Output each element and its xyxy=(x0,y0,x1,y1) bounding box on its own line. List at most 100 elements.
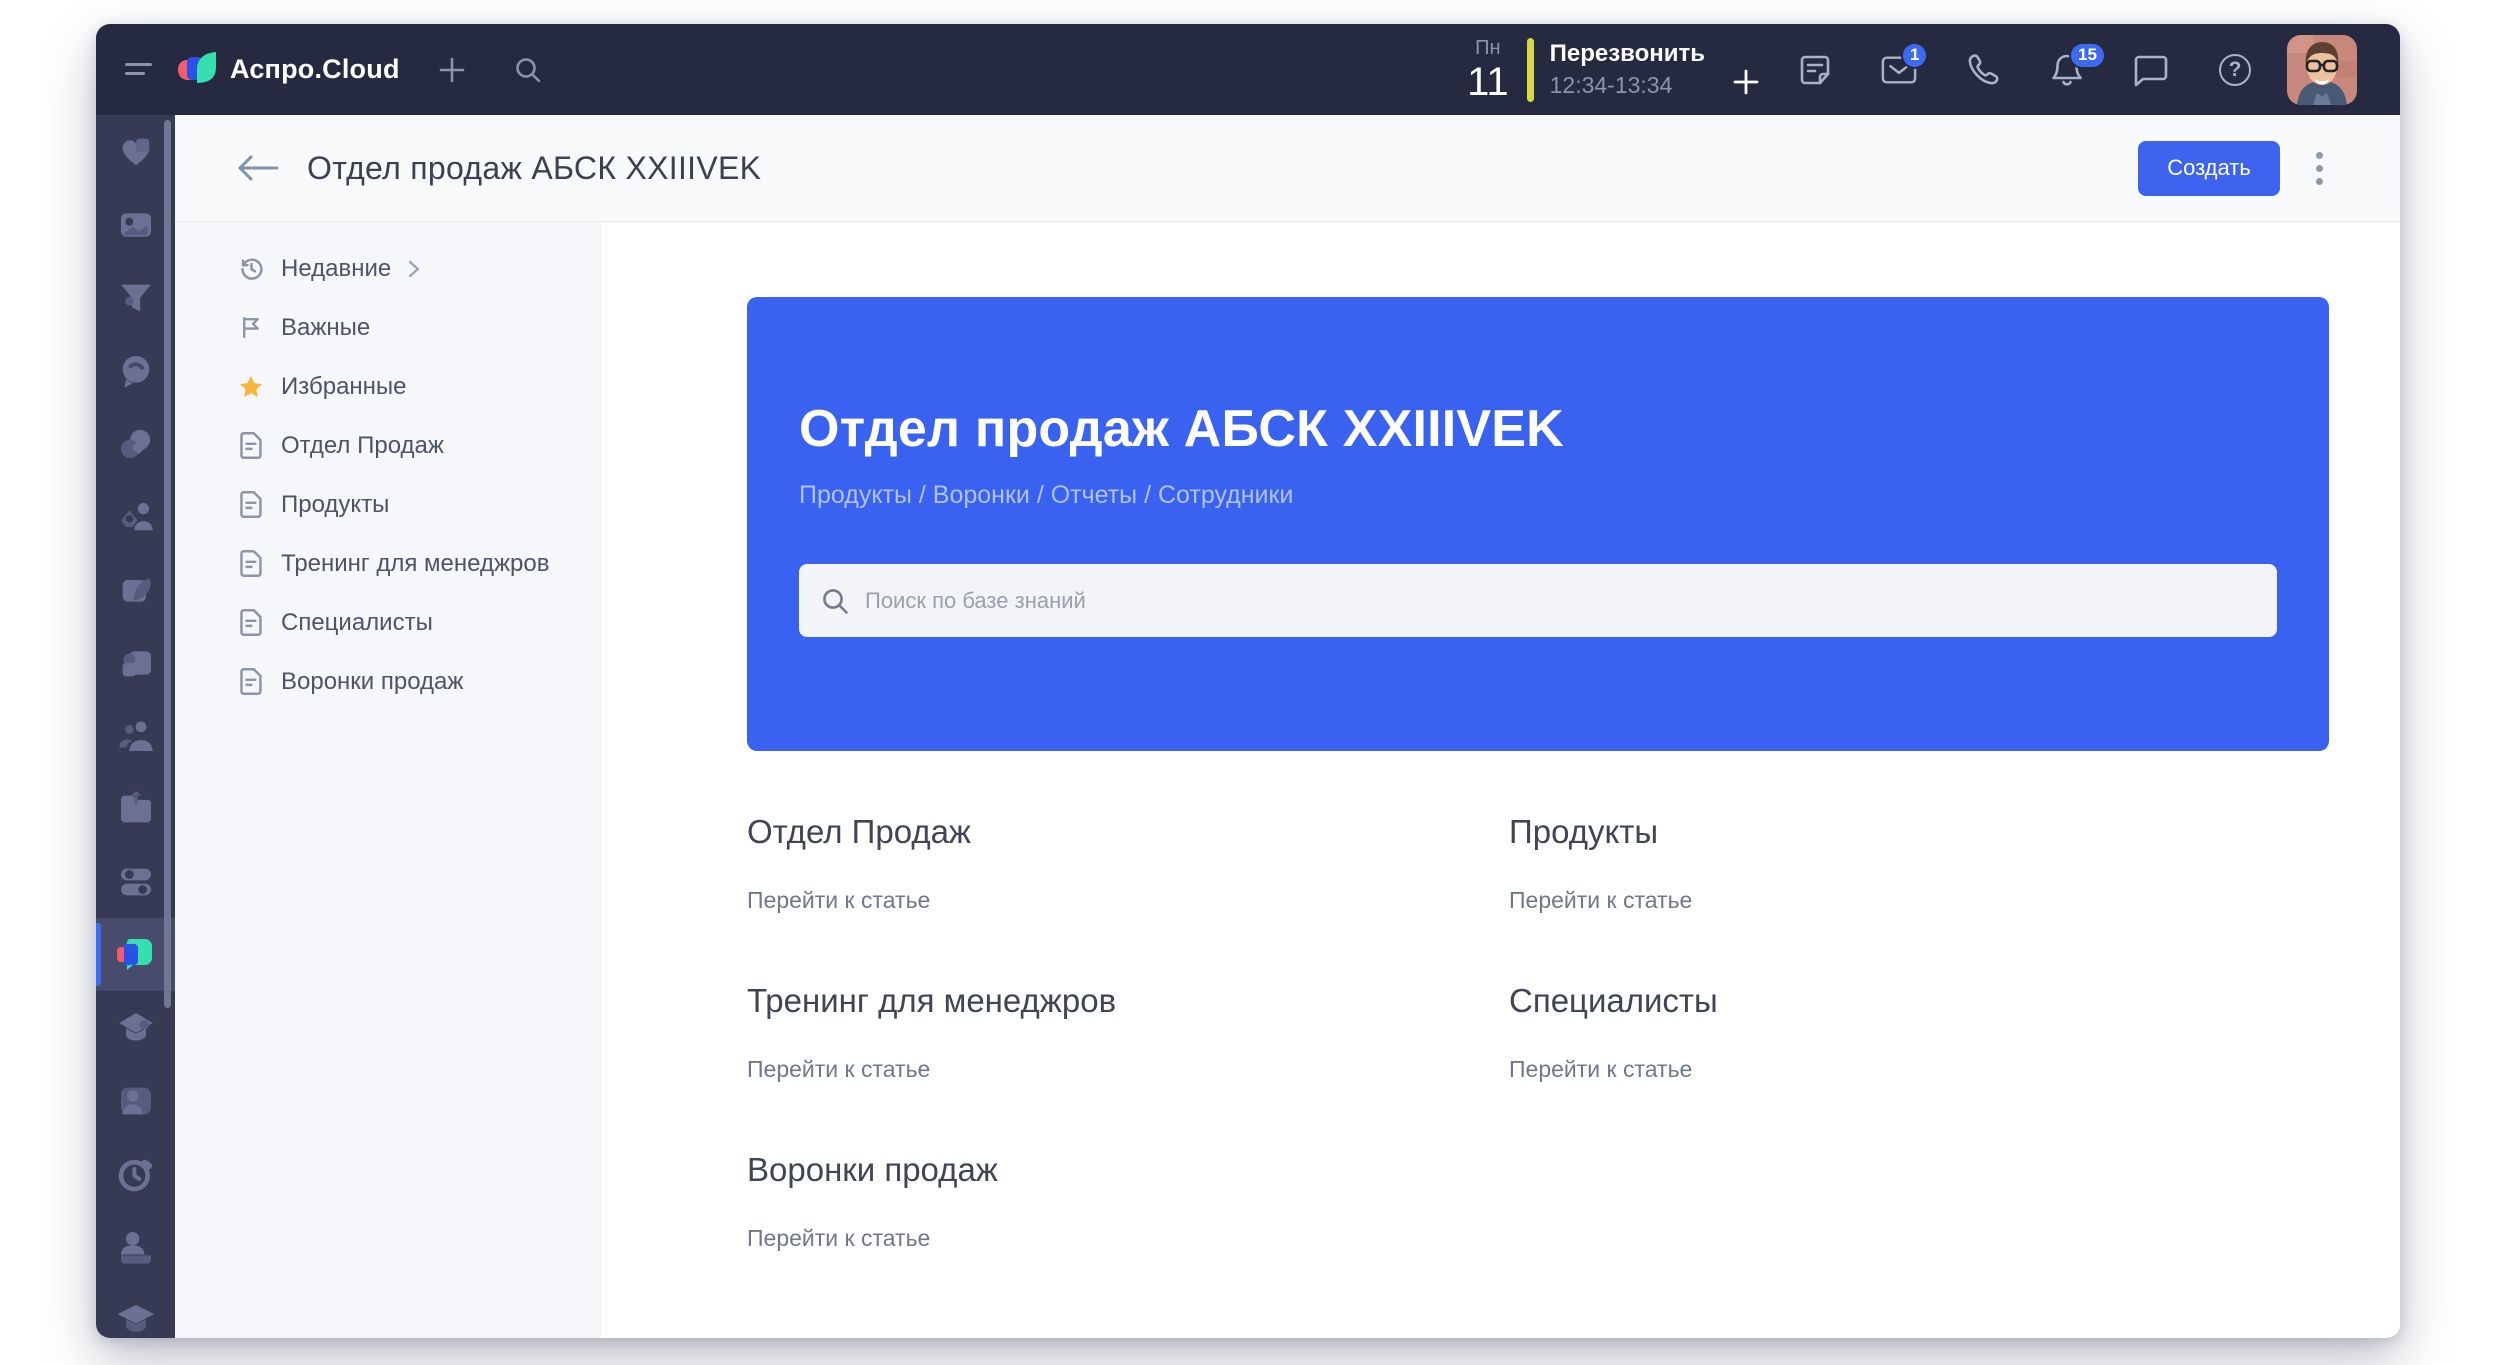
callback-title: Перезвонить xyxy=(1549,40,1705,67)
plus-icon xyxy=(439,57,464,82)
mail-button[interactable]: 1 xyxy=(1881,41,1929,88)
callback-event[interactable]: Перезвонить 12:34-13:34 xyxy=(1550,42,1705,97)
back-button[interactable] xyxy=(237,153,283,183)
stopwatch-icon xyxy=(118,1159,152,1191)
media-icon xyxy=(120,212,151,237)
folder-up-icon xyxy=(120,790,151,822)
article-link[interactable]: Перейти к статье xyxy=(747,1056,930,1082)
search-icon xyxy=(823,588,848,614)
global-search-button[interactable] xyxy=(510,52,546,88)
article-card: Специалисты Перейти к статье xyxy=(1509,982,2330,1083)
team-icon xyxy=(118,721,153,751)
sidebar-item-label: Важные xyxy=(281,313,371,341)
education-icon xyxy=(118,1012,153,1040)
article-title: Продукты xyxy=(1509,813,1659,850)
messenger-icon xyxy=(122,355,149,388)
article-card: Отдел Продаж Перейти к статье xyxy=(747,813,1509,914)
article-link[interactable]: Перейти к статье xyxy=(747,887,930,913)
mail-badge: 1 xyxy=(1901,41,1929,69)
article-title: Тренинг для менеджров xyxy=(747,982,1117,1019)
sidebar-item-article[interactable]: Специалисты xyxy=(175,593,600,652)
hero-title: Отдел продаж АБСК XXIIIVEK xyxy=(799,400,1564,458)
app-logo[interactable]: Аспро.Cloud xyxy=(177,51,400,88)
menu-toggle-icon[interactable] xyxy=(125,60,153,80)
day-number: 11 xyxy=(1467,59,1509,104)
day-of-week: Пн xyxy=(1475,36,1501,59)
article-title: Воронки продаж xyxy=(747,1151,998,1188)
knowledge-search[interactable] xyxy=(799,564,2277,637)
hero-subtitle: Продукты / Воронки / Отчеты / Сотрудники xyxy=(799,481,1294,509)
sidebar-item-label: Избранные xyxy=(281,372,407,400)
create-button[interactable]: Создать xyxy=(2138,140,2280,196)
sidebar-item-recent[interactable]: Недавние xyxy=(175,239,600,298)
notifications-button[interactable]: 15 xyxy=(2049,41,2106,88)
document-icon xyxy=(237,549,265,578)
note-icon xyxy=(1800,55,1830,84)
tasks-icon xyxy=(122,577,151,602)
phone-button[interactable] xyxy=(1965,52,2001,88)
rail-item-academy[interactable] xyxy=(96,1283,175,1338)
graduation-cap-icon xyxy=(117,1304,154,1332)
article-title: Отдел Продаж xyxy=(747,813,972,850)
sidebar-item-article[interactable]: Отдел Продаж xyxy=(175,416,600,475)
phone-icon xyxy=(1968,53,1999,84)
sidebar-item-important[interactable]: Важные xyxy=(175,298,600,357)
search-input[interactable] xyxy=(865,587,2255,614)
article-link[interactable]: Перейти к статье xyxy=(1509,887,1692,913)
question-icon: ? xyxy=(2219,53,2251,86)
article-title: Специалисты xyxy=(1509,982,1718,1019)
document-icon xyxy=(237,667,265,696)
sidebar-item-article[interactable]: Воронки продаж xyxy=(175,652,600,711)
chevron-right-icon[interactable] xyxy=(407,259,421,279)
quick-add-button[interactable] xyxy=(434,52,470,88)
person-icon xyxy=(120,1087,151,1114)
user-avatar[interactable] xyxy=(2287,34,2357,105)
callback-time: 12:34-13:34 xyxy=(1549,72,1673,98)
sidebar-item-label: Воронки продаж xyxy=(281,667,464,695)
star-icon xyxy=(237,373,265,401)
chat-button[interactable] xyxy=(2133,52,2169,88)
article-link[interactable]: Перейти к статье xyxy=(747,1225,930,1251)
add-event-button[interactable] xyxy=(1733,69,1759,95)
rail-item-tracker[interactable] xyxy=(96,1137,175,1210)
logo-text: Аспро.Cloud xyxy=(230,54,400,84)
main-content: Отдел продаж АБСК XXIIIVEK Продукты / Во… xyxy=(601,222,2400,1338)
sidebar-item-label: Продукты xyxy=(281,490,390,518)
more-actions-button[interactable] xyxy=(2310,146,2328,190)
rail-item-hr[interactable] xyxy=(96,1210,175,1283)
toggles-icon xyxy=(120,868,151,895)
sidebar-item-article[interactable]: Тренинг для менеджров xyxy=(175,534,600,593)
rail-item-contacts[interactable] xyxy=(96,1064,175,1137)
funnel-icon xyxy=(120,284,151,311)
hero-card: Отдел продаж АБСК XXIIIVEK Продукты / Во… xyxy=(747,297,2329,751)
logo-icon xyxy=(177,51,219,88)
help-button[interactable]: ? xyxy=(2217,52,2253,88)
hr-icon xyxy=(120,1231,151,1264)
notes-button[interactable] xyxy=(1797,52,1833,88)
avatar-photo xyxy=(2287,34,2357,105)
page-header: Отдел продаж АБСК XXIIIVEK Создать xyxy=(175,115,2400,222)
event-color-bar xyxy=(1526,37,1534,102)
calendar-date[interactable]: Пн 11 xyxy=(1467,38,1509,102)
crm-icon xyxy=(122,138,149,165)
page-title: Отдел продаж АБСК XXIIIVEK xyxy=(307,149,762,186)
document-icon xyxy=(237,431,265,460)
document-icon xyxy=(237,490,265,519)
app-rail xyxy=(96,115,175,1338)
products-icon xyxy=(122,650,151,676)
knowledge-sidebar: Недавние Важные Избранные Отдел Продаж П… xyxy=(175,222,601,1338)
search-icon xyxy=(515,57,540,82)
article-card: Продукты Перейти к статье xyxy=(1509,813,2330,914)
rail-scrollbar[interactable] xyxy=(164,120,171,1008)
knowledge-base-icon xyxy=(116,938,152,970)
top-bar: Аспро.Cloud Пн 11 Перезвонить 12:34-13:3… xyxy=(96,24,2400,115)
sidebar-item-label: Отдел Продаж xyxy=(281,431,444,459)
sidebar-item-article[interactable]: Продукты xyxy=(175,475,600,534)
sidebar-item-favorites[interactable]: Избранные xyxy=(175,357,600,416)
article-link[interactable]: Перейти к статье xyxy=(1509,1056,1692,1082)
app-window: Аспро.Cloud Пн 11 Перезвонить 12:34-13:3… xyxy=(96,24,2400,1338)
chat-icon xyxy=(2134,55,2168,86)
plus-icon xyxy=(1733,69,1759,94)
article-grid: Отдел Продаж Перейти к статье Продукты П… xyxy=(747,813,2330,1252)
article-card: Тренинг для менеджров Перейти к статье xyxy=(747,982,1509,1083)
